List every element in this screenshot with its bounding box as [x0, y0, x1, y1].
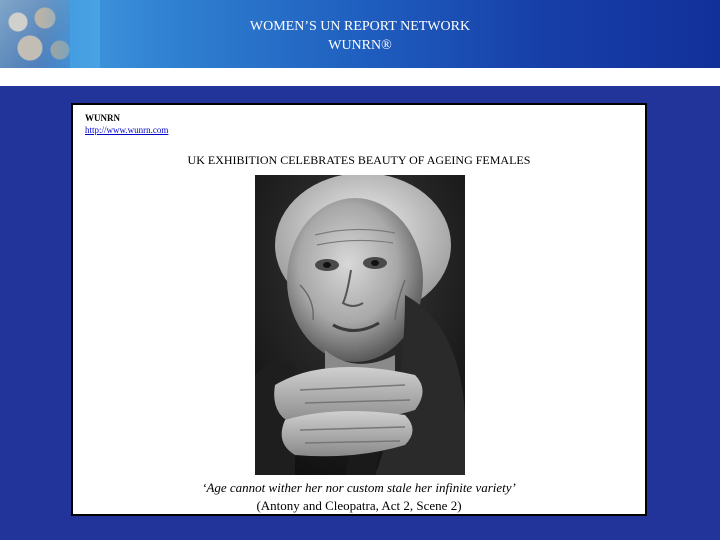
- org-name: WUNRN: [85, 113, 120, 123]
- headline: UK EXHIBITION CELEBRATES BEAUTY OF AGEIN…: [187, 153, 531, 167]
- portrait-photo: [255, 175, 465, 475]
- org-link[interactable]: http://www.wunrn.com: [85, 125, 168, 135]
- header-title-line2: WUNRN®: [328, 38, 392, 53]
- content-panel: WUNRN http://www.wunrn.com UK EXHIBITION…: [71, 103, 647, 516]
- photo-quote: ‘Age cannot wither her nor custom stale …: [202, 480, 516, 495]
- header-title-line1: WOMEN’S UN REPORT NETWORK: [249, 19, 471, 34]
- header-banner: WOMEN’S UN REPORT NETWORK WUNRN®: [0, 0, 720, 68]
- header-divider-band: [0, 68, 720, 86]
- header-title: WOMEN’S UN REPORT NETWORK WUNRN®: [0, 17, 720, 55]
- photo-citation: (Antony and Cleopatra, Act 2, Scene 2): [256, 498, 462, 513]
